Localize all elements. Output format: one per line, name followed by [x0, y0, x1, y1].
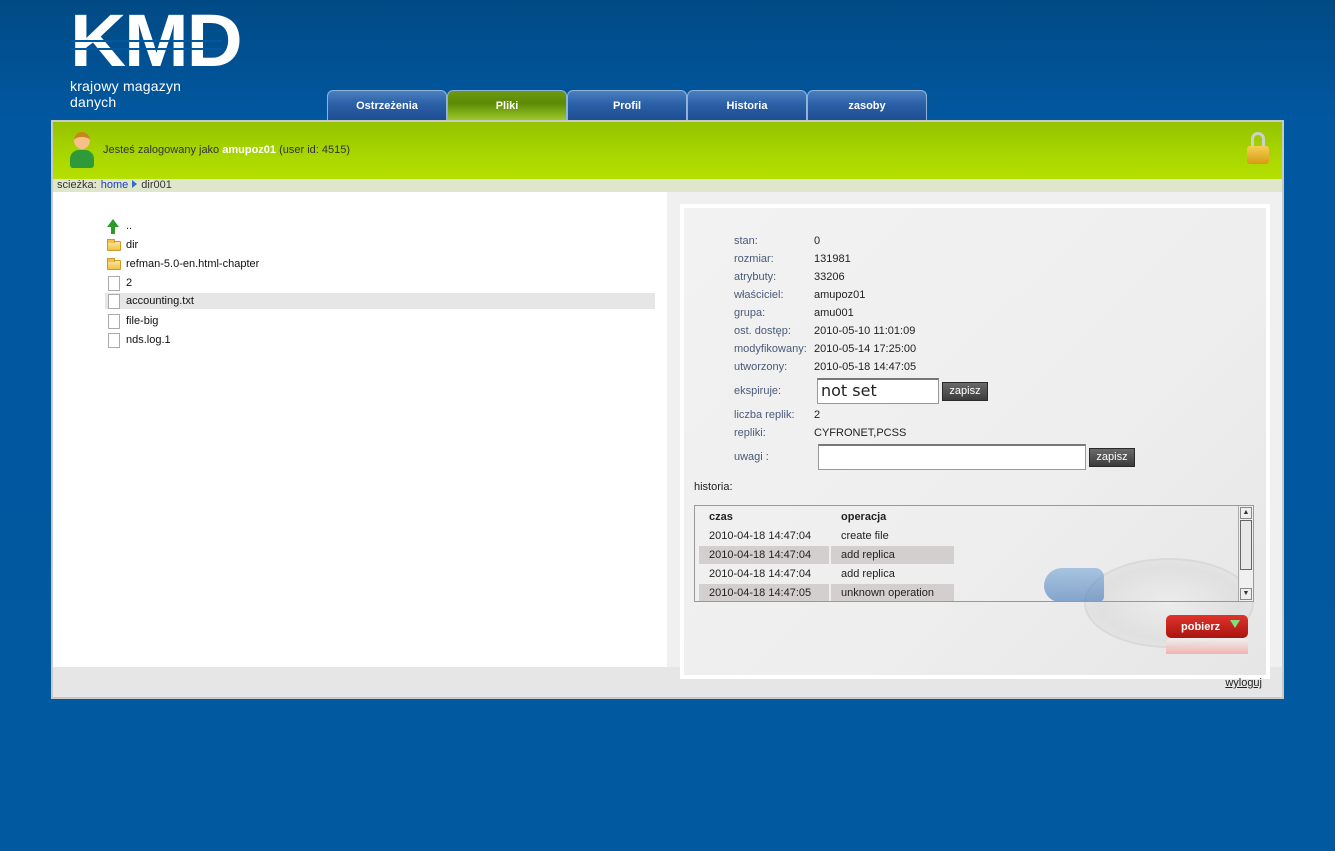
- cell-czas: 2010-04-18 14:47:04: [709, 568, 812, 580]
- breadcrumb-home-link[interactable]: home: [101, 179, 129, 191]
- notes-input[interactable]: [818, 444, 1086, 470]
- tab-historia[interactable]: Historia: [687, 90, 807, 121]
- list-item-folder[interactable]: dir: [105, 235, 655, 254]
- prop-modyfikowany: modyfikowany: 2010-05-14 17:25:00: [734, 343, 917, 355]
- expiry-input[interactable]: not set: [817, 378, 939, 404]
- file-list: .. dir refman-5.0-en.html-chapter 2 acco…: [105, 216, 655, 349]
- main-panel: Jesteś zalogowany jako amupoz01 (user id…: [51, 120, 1284, 699]
- file-name: 2: [126, 276, 133, 289]
- cell-czas: 2010-04-18 14:47:05: [699, 584, 829, 601]
- list-item-file[interactable]: nds.log.1: [105, 330, 655, 349]
- prop-rozmiar: rozmiar: 131981: [734, 253, 851, 265]
- download-label: pobierz: [1181, 620, 1221, 633]
- login-status: Jesteś zalogowany jako amupoz01 (user id…: [103, 144, 350, 156]
- breadcrumb-arrow-icon: [132, 180, 138, 188]
- file-name: refman-5.0-en.html-chapter: [126, 257, 260, 270]
- breadcrumb: scieżka: home dir001: [53, 179, 1282, 192]
- prop-utworzony: utworzony: 2010-05-18 14:47:05: [734, 361, 917, 373]
- up-arrow-icon: [107, 218, 121, 234]
- cell-operacja: add replica: [841, 568, 895, 580]
- file-name: nds.log.1: [126, 333, 171, 346]
- user-icon: [67, 132, 97, 170]
- file-details-frame: stan: 0 rozmiar: 131981 atrybuty: 33206 wła…: [680, 204, 1270, 679]
- file-name: ..: [126, 219, 133, 232]
- column-header-czas: czas: [709, 511, 733, 523]
- table-row: 2010-04-18 14:47:04 create file: [699, 526, 954, 546]
- tab-pliki[interactable]: Pliki: [447, 90, 567, 121]
- user-bar: Jesteś zalogowany jako amupoz01 (user id…: [53, 122, 1282, 179]
- list-item-up[interactable]: ..: [105, 216, 655, 235]
- kmd-logo: KMD krajowy magazyn danych: [70, 4, 243, 110]
- lock-icon[interactable]: [1245, 132, 1271, 166]
- history-table-box: czas operacja 2010-04-18 14:47:04 create …: [694, 505, 1254, 602]
- prop-repliki: repliki: CYFRONET,PCSS: [734, 427, 907, 439]
- file-name: file-big: [126, 314, 159, 327]
- file-details-pane: stan: 0 rozmiar: 131981 atrybuty: 33206 wła…: [667, 192, 1282, 679]
- user-id: (user id: 4515): [279, 144, 351, 156]
- tab-profil[interactable]: Profil: [567, 90, 687, 121]
- download-button-reflection: [1166, 638, 1248, 654]
- scroll-up-icon[interactable]: ▲: [1240, 507, 1252, 519]
- file-name: accounting.txt: [126, 295, 194, 307]
- folder-icon: [107, 257, 121, 271]
- prop-grupa: grupa: amu001: [734, 307, 854, 319]
- file-icon: [107, 332, 121, 348]
- table-row: 2010-04-18 14:47:05 unknown operation: [699, 584, 954, 601]
- table-row: 2010-04-18 14:47:04 add replica: [699, 564, 954, 584]
- list-item-file-selected[interactable]: accounting.txt: [105, 293, 655, 309]
- login-prefix: Jesteś zalogowany jako: [103, 144, 220, 156]
- logout-link[interactable]: wyloguj: [1225, 677, 1262, 689]
- scroll-thumb[interactable]: [1240, 520, 1252, 570]
- list-item-file[interactable]: file-big: [105, 311, 655, 330]
- download-button[interactable]: pobierz: [1166, 615, 1248, 638]
- breadcrumb-current: dir001: [141, 179, 172, 191]
- scroll-down-icon[interactable]: ▼: [1240, 588, 1252, 600]
- logo-stripes: [70, 40, 222, 50]
- tab-ostrzezenia[interactable]: Ostrzeżenia: [327, 90, 447, 121]
- cell-operacja: unknown operation: [831, 584, 954, 601]
- list-item-folder[interactable]: refman-5.0-en.html-chapter: [105, 254, 655, 273]
- cell-czas: 2010-04-18 14:47:04: [709, 530, 812, 542]
- prop-ost-dostep: ost. dostęp: 2010-05-10 11:01:09: [734, 325, 916, 337]
- file-icon: [107, 275, 121, 291]
- save-expiry-button[interactable]: zapisz: [942, 381, 988, 401]
- prop-atrybuty: atrybuty: 33206: [734, 271, 845, 283]
- history-table: czas operacja 2010-04-18 14:47:04 create …: [697, 508, 956, 601]
- download-arrow-icon: [1230, 620, 1240, 628]
- file-browser: .. dir refman-5.0-en.html-chapter 2 acco…: [53, 192, 667, 667]
- cell-operacja: create file: [841, 530, 889, 542]
- history-label: historia:: [694, 481, 733, 493]
- column-header-operacja: operacja: [841, 511, 887, 523]
- table-row: 2010-04-18 14:47:04 add replica: [699, 546, 954, 564]
- file-name: dir: [126, 238, 139, 251]
- folder-icon: [107, 238, 121, 252]
- prop-stan: stan: 0: [734, 235, 821, 247]
- table-header-row: czas operacja: [699, 508, 954, 526]
- prop-liczba-replik: liczba replik: 2: [734, 409, 821, 421]
- breadcrumb-label: scieżka:: [57, 179, 97, 191]
- cell-czas: 2010-04-18 14:47:04: [699, 546, 829, 564]
- file-icon: [107, 313, 121, 329]
- tab-zasoby[interactable]: zasoby: [807, 90, 927, 121]
- prop-wlasciciel: właściciel: amupoz01: [734, 289, 866, 301]
- history-scrollbar[interactable]: ▲ ▼: [1238, 506, 1253, 601]
- main-tabs: Ostrzeżenia Pliki Profil Historia zasoby: [327, 90, 927, 121]
- prop-uwagi: uwagi : zapisz: [734, 442, 1135, 472]
- file-icon: [107, 294, 121, 309]
- cell-operacja: add replica: [831, 546, 954, 564]
- logo-subtitle: krajowy magazyn danych: [70, 78, 182, 110]
- list-item-file[interactable]: 2: [105, 273, 655, 292]
- save-notes-button[interactable]: zapisz: [1089, 447, 1135, 467]
- username: amupoz01: [222, 144, 277, 156]
- prop-ekspiruje: ekspiruje: not set zapisz: [734, 376, 1135, 406]
- file-properties: stan: 0 rozmiar: 131981 atrybuty: 33206 wła…: [734, 232, 1135, 472]
